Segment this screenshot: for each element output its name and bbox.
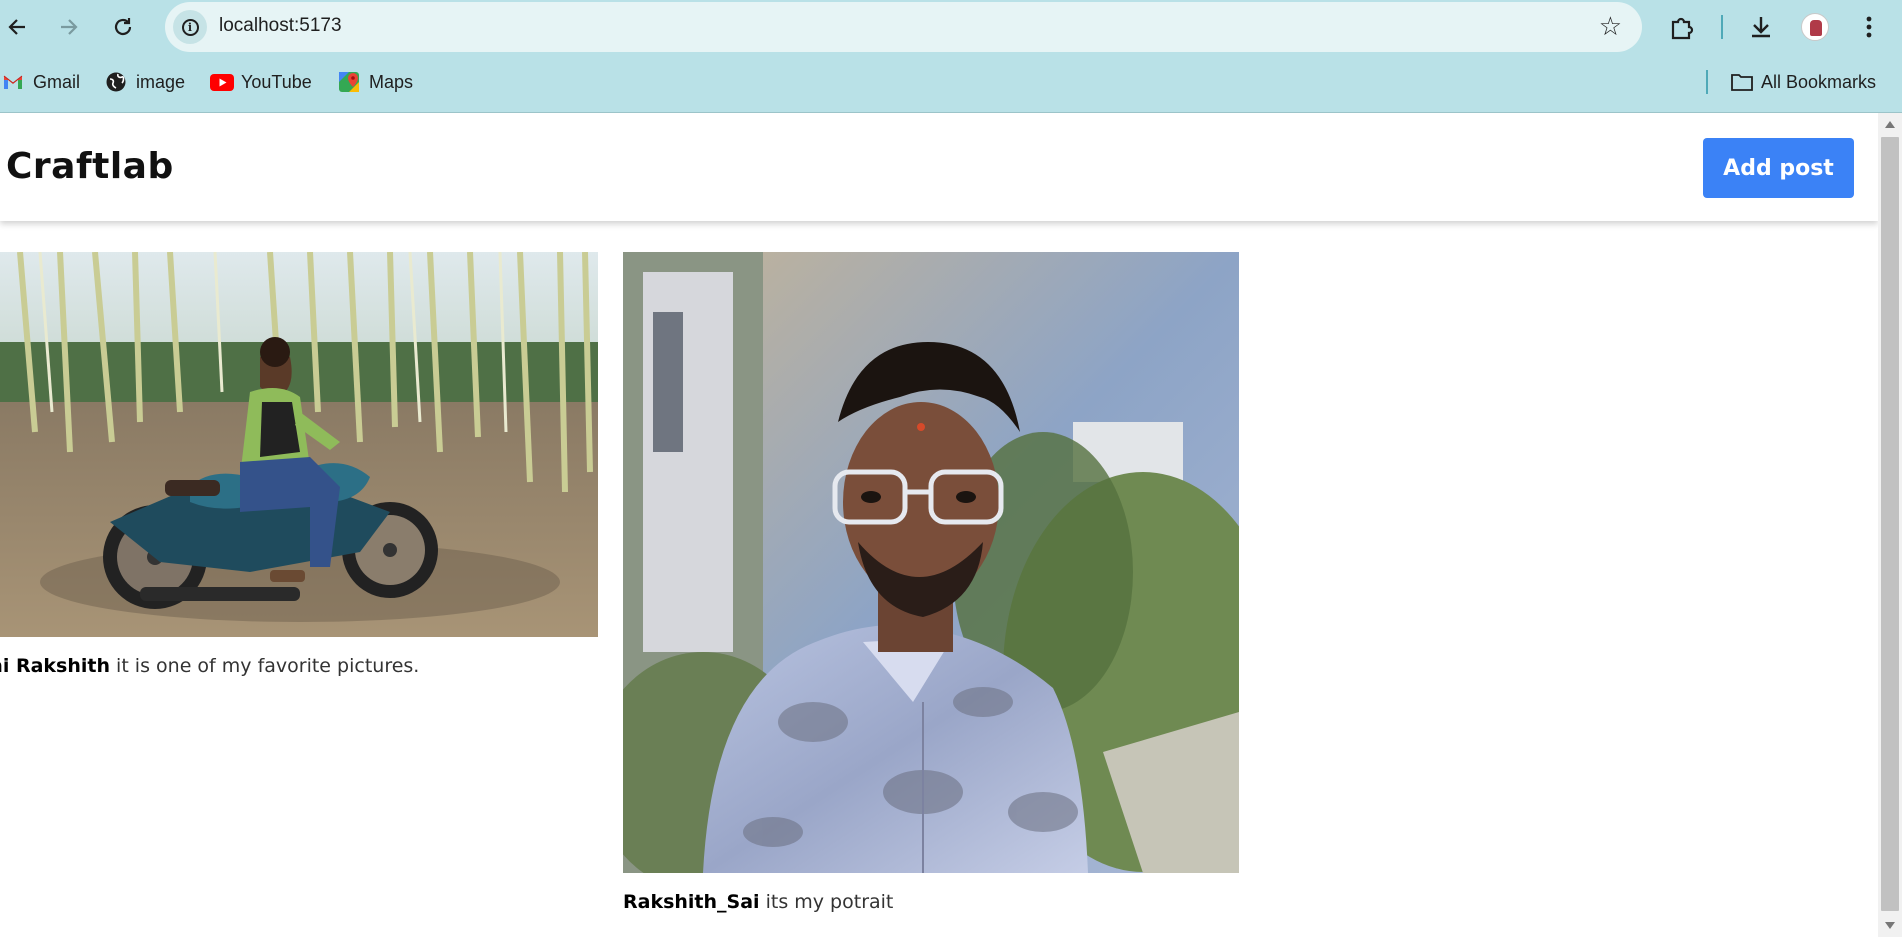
- arrow-right-icon: [61, 19, 78, 35]
- scroll-up-arrow-icon[interactable]: [1885, 121, 1895, 128]
- address-bar[interactable]: i localhost:5173 ☆: [165, 2, 1642, 52]
- maps-icon: [338, 71, 360, 93]
- post-caption: Rakshith_Sai its my potrait: [623, 891, 893, 913]
- globe-icon: [105, 71, 127, 93]
- all-bookmarks-label: All Bookmarks: [1761, 71, 1877, 92]
- star-icon[interactable]: ☆: [1599, 12, 1622, 40]
- post-author[interactable]: ai Rakshith: [0, 655, 110, 677]
- toolbar-divider: [1721, 15, 1723, 39]
- gmail-icon: [2, 71, 24, 93]
- reload-button[interactable]: [106, 10, 140, 44]
- kebab-menu-icon: [1866, 16, 1872, 38]
- all-bookmarks-button[interactable]: All Bookmarks: [1730, 69, 1876, 95]
- app-header: Craftlab Add post: [0, 113, 1878, 221]
- post-text: its my potrait: [759, 891, 894, 913]
- bookmark-label: image: [136, 71, 186, 92]
- bookmark-label: Gmail: [33, 71, 81, 92]
- profile-avatar[interactable]: [1801, 13, 1829, 41]
- browser-menu-button[interactable]: [1852, 10, 1886, 44]
- download-icon: [1752, 17, 1770, 38]
- portrait-photo: [623, 252, 1239, 873]
- extensions-button[interactable]: [1665, 10, 1699, 44]
- back-button[interactable]: [0, 10, 34, 44]
- page-scrollbar[interactable]: [1878, 113, 1902, 937]
- bookmark-label: YouTube: [241, 71, 312, 92]
- puzzle-icon: [1671, 17, 1694, 40]
- folder-icon: [1730, 71, 1753, 93]
- brand-logo[interactable]: Craftlab: [6, 146, 174, 187]
- url-text[interactable]: localhost:5173: [219, 15, 342, 37]
- bookmarks-divider: [1706, 70, 1708, 94]
- bookmark-label: Maps: [369, 71, 414, 92]
- motorcycle-photo: [0, 252, 598, 637]
- downloads-button[interactable]: [1744, 10, 1778, 44]
- youtube-icon: [210, 71, 234, 93]
- forward-button[interactable]: [52, 10, 86, 44]
- post-author[interactable]: Rakshith_Sai: [623, 891, 760, 913]
- bookmark-maps[interactable]: Maps: [338, 69, 413, 95]
- browser-toolbar: i localhost:5173 ☆: [0, 0, 1902, 54]
- add-post-button[interactable]: Add post: [1703, 138, 1854, 198]
- page-viewport: Craftlab Add post ai Rakshith it is one …: [0, 113, 1878, 937]
- reload-icon: [114, 18, 132, 36]
- scroll-down-arrow-icon[interactable]: [1885, 922, 1895, 929]
- post-image[interactable]: [0, 252, 598, 637]
- post-image[interactable]: [623, 252, 1239, 873]
- info-icon: i: [181, 18, 199, 36]
- post-caption: ai Rakshith it is one of my favorite pic…: [0, 655, 419, 677]
- bookmarks-bar: Gmail image YouTube Maps All Bookmarks: [0, 62, 1902, 102]
- scroll-thumb[interactable]: [1881, 137, 1899, 911]
- bookmark-image[interactable]: image: [105, 69, 185, 95]
- site-info-button[interactable]: i: [173, 10, 207, 44]
- bookmark-youtube[interactable]: YouTube: [210, 69, 312, 95]
- post-text: it is one of my favorite pictures.: [110, 655, 420, 677]
- arrow-left-icon: [8, 19, 25, 35]
- bookmark-gmail[interactable]: Gmail: [2, 69, 80, 95]
- browser-chrome: i localhost:5173 ☆ Gmail image YouTube M…: [0, 0, 1902, 113]
